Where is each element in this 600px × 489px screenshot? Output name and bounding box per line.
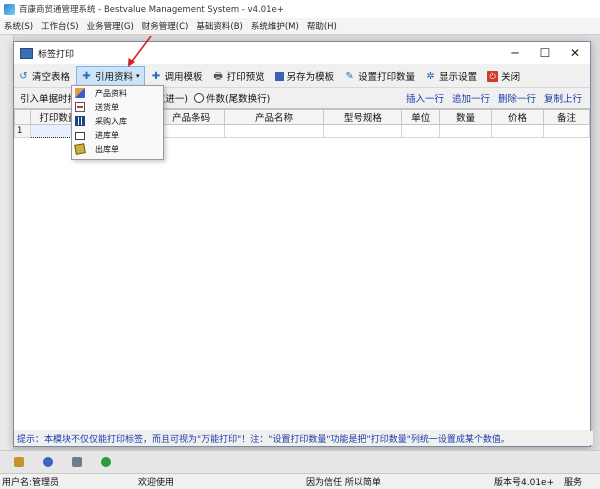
status-service: 服务 <box>564 478 583 488</box>
stock-in-icon <box>75 132 85 140</box>
copy-previous-row-link[interactable]: 复制上行 <box>544 91 582 105</box>
maximize-button[interactable]: ☐ <box>530 42 560 64</box>
grid-cell[interactable] <box>543 124 590 138</box>
app-left-panel <box>0 35 14 450</box>
app-logo-icon <box>4 3 15 15</box>
grid-cell[interactable] <box>157 124 225 138</box>
status-user: 用户名:管理员 <box>2 478 60 488</box>
menu-system[interactable]: 系统(S) <box>0 20 37 32</box>
radio-wrap-remainder[interactable] <box>193 92 204 103</box>
plus-icon: ✚ <box>151 70 161 82</box>
dropdown-item-label: 送货单 <box>95 102 119 112</box>
row-number: 1 <box>14 124 31 138</box>
close-label: 关闭 <box>501 72 521 83</box>
dropdown-item-stock-in[interactable]: 进库单 <box>72 128 163 142</box>
column-header[interactable]: 产品条码 <box>157 109 225 125</box>
minimize-button[interactable]: ─ <box>500 42 530 64</box>
append-row-link[interactable]: 追加一行 <box>452 91 490 105</box>
menu-business[interactable]: 业务管理(G) <box>83 20 138 32</box>
set-print-qty-label: 设置打印数量 <box>358 72 416 83</box>
menu-finance[interactable]: 财务管理(C) <box>138 20 193 32</box>
hint-bar: 提示：本模块不仅仅能打印标签，而且可视为"万能打印"！注："设置打印数量"功能是… <box>14 431 593 445</box>
gear-icon: ✲ <box>426 70 435 82</box>
window-controls: ─ ☐ ✕ <box>500 42 590 64</box>
dropdown-item-label: 采购入库 <box>95 116 127 126</box>
app-title-bar: 百康商贸通管理系统 - Bestvalue Management System … <box>0 0 600 18</box>
display-settings-label: 显示设置 <box>439 72 478 83</box>
grid-cell[interactable] <box>439 124 493 138</box>
dropdown-item-label: 进库单 <box>95 130 119 140</box>
clock-icon[interactable] <box>43 457 53 467</box>
column-header[interactable]: 型号规格 <box>323 109 403 125</box>
close-window-button[interactable]: ✕ <box>560 42 590 64</box>
menu-workbench[interactable]: 工作台(S) <box>37 20 83 32</box>
reference-data-label: 引用资料 <box>95 72 134 83</box>
stock-out-icon <box>74 143 86 155</box>
column-header[interactable]: 价格 <box>491 109 544 125</box>
save-icon <box>274 71 284 81</box>
status-slogan: 因为信任 所以简单 <box>306 478 381 488</box>
status-welcome: 欢迎使用 <box>138 478 175 488</box>
printer-icon: 🖶 <box>213 70 223 82</box>
status-version: 版本号4.01e+ <box>494 478 555 488</box>
dropdown-item-purchase-inbound[interactable]: 采购入库 <box>72 114 163 128</box>
print-preview-label: 打印预览 <box>226 72 265 83</box>
column-header[interactable]: 产品名称 <box>223 109 325 125</box>
clear-table-label: 清空表格 <box>32 72 71 83</box>
app-title: 百康商贸通管理系统 - Bestvalue Management System … <box>19 5 284 15</box>
menu-basic-data[interactable]: 基础资料(B) <box>192 20 246 32</box>
eraser-icon: ↺ <box>19 70 28 82</box>
dialog-title: 标签打印 <box>38 49 75 60</box>
menu-maintenance[interactable]: 系统维护(M) <box>247 20 303 32</box>
radio-wrap-remainder-label: 件数(尾数换行) <box>205 93 271 105</box>
reference-data-dropdown: 产品资料 送货单 采购入库 进库单 出库单 <box>71 85 164 160</box>
grid-cell[interactable] <box>223 124 325 138</box>
dropdown-item-label: 出库单 <box>95 144 119 154</box>
grid-cell[interactable] <box>323 124 403 138</box>
dropdown-item-label: 产品资料 <box>95 88 127 98</box>
save-template-button[interactable]: 另存为模板 <box>271 66 339 86</box>
quick-launch-strip <box>0 450 600 473</box>
chevron-down-icon: ▾ <box>136 72 140 80</box>
delete-row-link[interactable]: 删除一行 <box>498 91 536 105</box>
insert-row-link[interactable]: 插入一行 <box>406 91 444 105</box>
menu-help[interactable]: 帮助(H) <box>303 20 341 32</box>
row-action-links: 插入一行 追加一行 删除一行 复制上行 <box>398 91 582 105</box>
display-settings-button[interactable]: ✲ 显示设置 <box>421 66 481 86</box>
column-header[interactable]: 数量 <box>439 109 493 125</box>
clear-table-button[interactable]: ↺ 清空表格 <box>14 66 74 86</box>
hint-text: 提示：本模块不仅仅能打印标签，而且可视为"万能打印"！注："设置打印数量"功能是… <box>17 434 510 445</box>
dialog-window-icon <box>20 47 33 59</box>
dialog-title-bar: 标签打印 ─ ☐ ✕ <box>14 42 590 64</box>
save-template-label: 另存为模板 <box>286 72 335 83</box>
grid-cell[interactable] <box>491 124 544 138</box>
calculator-icon[interactable] <box>72 457 82 467</box>
status-bar: 用户名:管理员 欢迎使用 因为信任 所以简单 版本号4.01e+ 服务 <box>0 473 600 489</box>
app-menubar: 系统(S) 工作台(S) 业务管理(G) 财务管理(C) 基础资料(B) 系统维… <box>0 18 600 35</box>
product-icon <box>75 88 85 98</box>
barcode-icon <box>75 116 85 126</box>
column-header[interactable]: 单位 <box>401 109 441 125</box>
set-print-qty-button[interactable]: ✎ 设置打印数量 <box>340 66 419 86</box>
row-number-header <box>14 109 31 125</box>
column-header[interactable]: 备注 <box>543 109 590 125</box>
load-template-button[interactable]: ✚ 调用模板 <box>147 66 207 86</box>
close-button[interactable]: ⏻ 关闭 <box>483 66 524 86</box>
edit-icon: ✎ <box>345 70 354 82</box>
load-template-label: 调用模板 <box>164 72 203 83</box>
dropdown-item-stock-out[interactable]: 出库单 <box>72 142 163 156</box>
notes-icon[interactable] <box>14 457 24 467</box>
close-icon: ⏻ <box>487 70 499 82</box>
refresh-icon[interactable] <box>101 457 111 467</box>
grid-cell[interactable] <box>401 124 441 138</box>
reference-data-button[interactable]: ✚ 引用资料 ▾ <box>76 66 145 86</box>
print-preview-button[interactable]: 🖶 打印预览 <box>209 66 269 86</box>
dropdown-item-product-data[interactable]: 产品资料 <box>72 86 163 100</box>
delivery-note-icon <box>75 102 85 112</box>
plus-icon: ✚ <box>82 70 91 82</box>
dropdown-item-delivery-note[interactable]: 送货单 <box>72 100 163 114</box>
